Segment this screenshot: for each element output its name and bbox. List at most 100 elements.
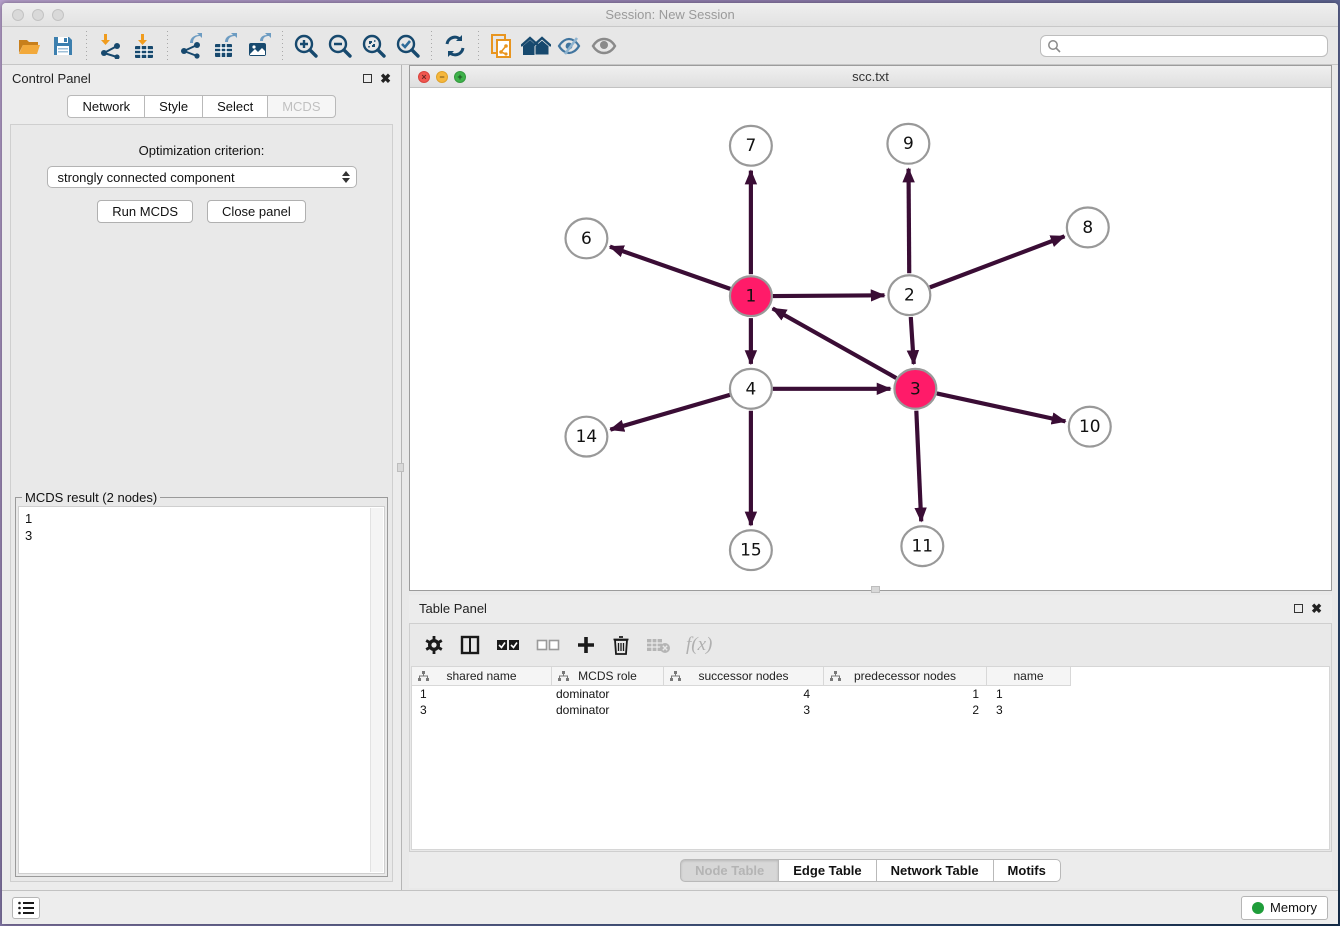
memory-button[interactable]: Memory [1241,896,1328,920]
memory-label: Memory [1270,900,1317,915]
tab-node-table[interactable]: Node Table [680,859,778,882]
delete-table-button[interactable] [646,636,670,654]
select-all-button[interactable] [496,638,520,652]
delete-column-button[interactable] [612,635,630,655]
table-settings-button[interactable] [424,635,444,655]
graph-svg[interactable]: 7 9 6 8 1 2 4 3 14 10 15 11 [410,88,1331,590]
zoom-out-button[interactable] [323,30,357,62]
clone-network-button[interactable] [485,30,519,62]
graph-node-7[interactable]: 7 [730,126,772,166]
graph-node-1[interactable]: 1 [730,276,772,316]
tab-style[interactable]: Style [144,95,202,118]
graph-edge-4-14[interactable] [610,395,729,430]
graph-edge-2-8[interactable] [930,236,1065,287]
network-maximize-button[interactable]: + [454,71,466,83]
graph-node-8[interactable]: 8 [1067,208,1109,248]
tab-edge-table[interactable]: Edge Table [778,859,875,882]
mcds-result-list[interactable]: 1 3 [18,506,385,874]
hide-selected-button[interactable] [553,30,587,62]
graph-node-11[interactable]: 11 [901,526,943,566]
maximize-window-button[interactable] [52,9,64,21]
show-all-button[interactable] [587,30,621,62]
task-history-button[interactable] [12,897,40,919]
cell-predecessor-nodes[interactable]: 2 [824,702,987,718]
tab-network-table[interactable]: Network Table [876,859,993,882]
export-table-button[interactable] [208,30,242,62]
column-header-shared-name[interactable]: shared name [412,667,552,686]
horizontal-splitter-handle[interactable] [871,586,880,593]
table-panel-inner: f(x) shared name [409,623,1332,852]
zoom-selected-button[interactable] [391,30,425,62]
search-box[interactable] [1040,35,1328,57]
cell-shared-name[interactable]: 1 [412,686,552,702]
criterion-dropdown[interactable]: strongly connected component [47,166,357,188]
deselect-all-button[interactable] [536,638,560,652]
cell-name[interactable]: 3 [987,702,1071,718]
float-table-panel-icon[interactable] [1294,604,1303,613]
zoom-in-button[interactable] [289,30,323,62]
import-network-button[interactable] [93,30,127,62]
search-input[interactable] [1065,39,1321,53]
column-header-predecessor-nodes[interactable]: predecessor nodes [824,667,987,686]
graph-edge-2-3[interactable] [911,317,914,364]
cell-mcds-role[interactable]: dominator [552,702,664,718]
network-close-button[interactable]: × [418,71,430,83]
zoom-fit-button[interactable] [357,30,391,62]
tab-select[interactable]: Select [202,95,267,118]
graph-edge-3-1[interactable] [773,308,897,378]
graph-node-6[interactable]: 6 [565,218,607,258]
session-title: Session: New Session [2,7,1338,22]
graph-node-14[interactable]: 14 [565,417,607,457]
function-builder-button[interactable]: f(x) [686,634,712,656]
refresh-button[interactable] [438,30,472,62]
close-window-button[interactable] [12,9,24,21]
graph-node-9[interactable]: 9 [887,124,929,164]
close-panel-icon[interactable]: ✖ [380,72,391,85]
cell-mcds-role[interactable]: dominator [552,686,664,702]
graph-edge-3-10[interactable] [937,393,1066,421]
graph-edge-1-6[interactable] [610,247,730,289]
network-minimize-button[interactable]: − [436,71,448,83]
result-scrollbar[interactable] [370,508,383,872]
column-header-mcds-role[interactable]: MCDS role [552,667,664,686]
table-row[interactable]: 1 dominator 4 1 1 [412,686,1329,702]
open-folder-icon [16,33,42,59]
save-session-button[interactable] [46,30,80,62]
graph-node-10[interactable]: 10 [1069,407,1111,447]
graph-node-label: 14 [576,426,598,446]
close-table-panel-icon[interactable]: ✖ [1311,602,1322,615]
home-button[interactable] [519,30,553,62]
graph-edge-3-11[interactable] [916,411,921,522]
network-canvas[interactable]: 7 9 6 8 1 2 4 3 14 10 15 11 [410,88,1331,590]
column-header-successor-nodes[interactable]: successor nodes [664,667,824,686]
cell-shared-name[interactable]: 3 [412,702,552,718]
column-header-name[interactable]: name [987,667,1071,686]
import-table-button[interactable] [127,30,161,62]
result-item[interactable]: 1 [25,510,364,527]
cell-successor-nodes[interactable]: 4 [664,686,824,702]
open-session-button[interactable] [12,30,46,62]
run-mcds-button[interactable]: Run MCDS [97,200,193,223]
graph-node-4[interactable]: 4 [730,369,772,409]
graph-edge-2-9[interactable] [909,169,910,274]
float-panel-icon[interactable] [363,74,372,83]
cell-name[interactable]: 1 [987,686,1071,702]
show-column-panel-button[interactable] [460,635,480,655]
graph-node-3[interactable]: 3 [894,369,936,409]
close-panel-button[interactable]: Close panel [207,200,306,223]
table-row[interactable]: 3 dominator 3 2 3 [412,702,1329,718]
vertical-splitter-handle[interactable] [397,463,404,472]
add-column-button[interactable] [576,635,596,655]
result-item[interactable]: 3 [25,527,364,544]
graph-edge-1-2[interactable] [773,295,885,296]
cell-successor-nodes[interactable]: 3 [664,702,824,718]
export-network-button[interactable] [174,30,208,62]
tab-motifs[interactable]: Motifs [993,859,1061,882]
tab-mcds[interactable]: MCDS [267,95,335,118]
graph-node-15[interactable]: 15 [730,530,772,570]
minimize-window-button[interactable] [32,9,44,21]
export-image-button[interactable] [242,30,276,62]
tab-network[interactable]: Network [67,95,144,118]
graph-node-2[interactable]: 2 [888,275,930,315]
cell-predecessor-nodes[interactable]: 1 [824,686,987,702]
